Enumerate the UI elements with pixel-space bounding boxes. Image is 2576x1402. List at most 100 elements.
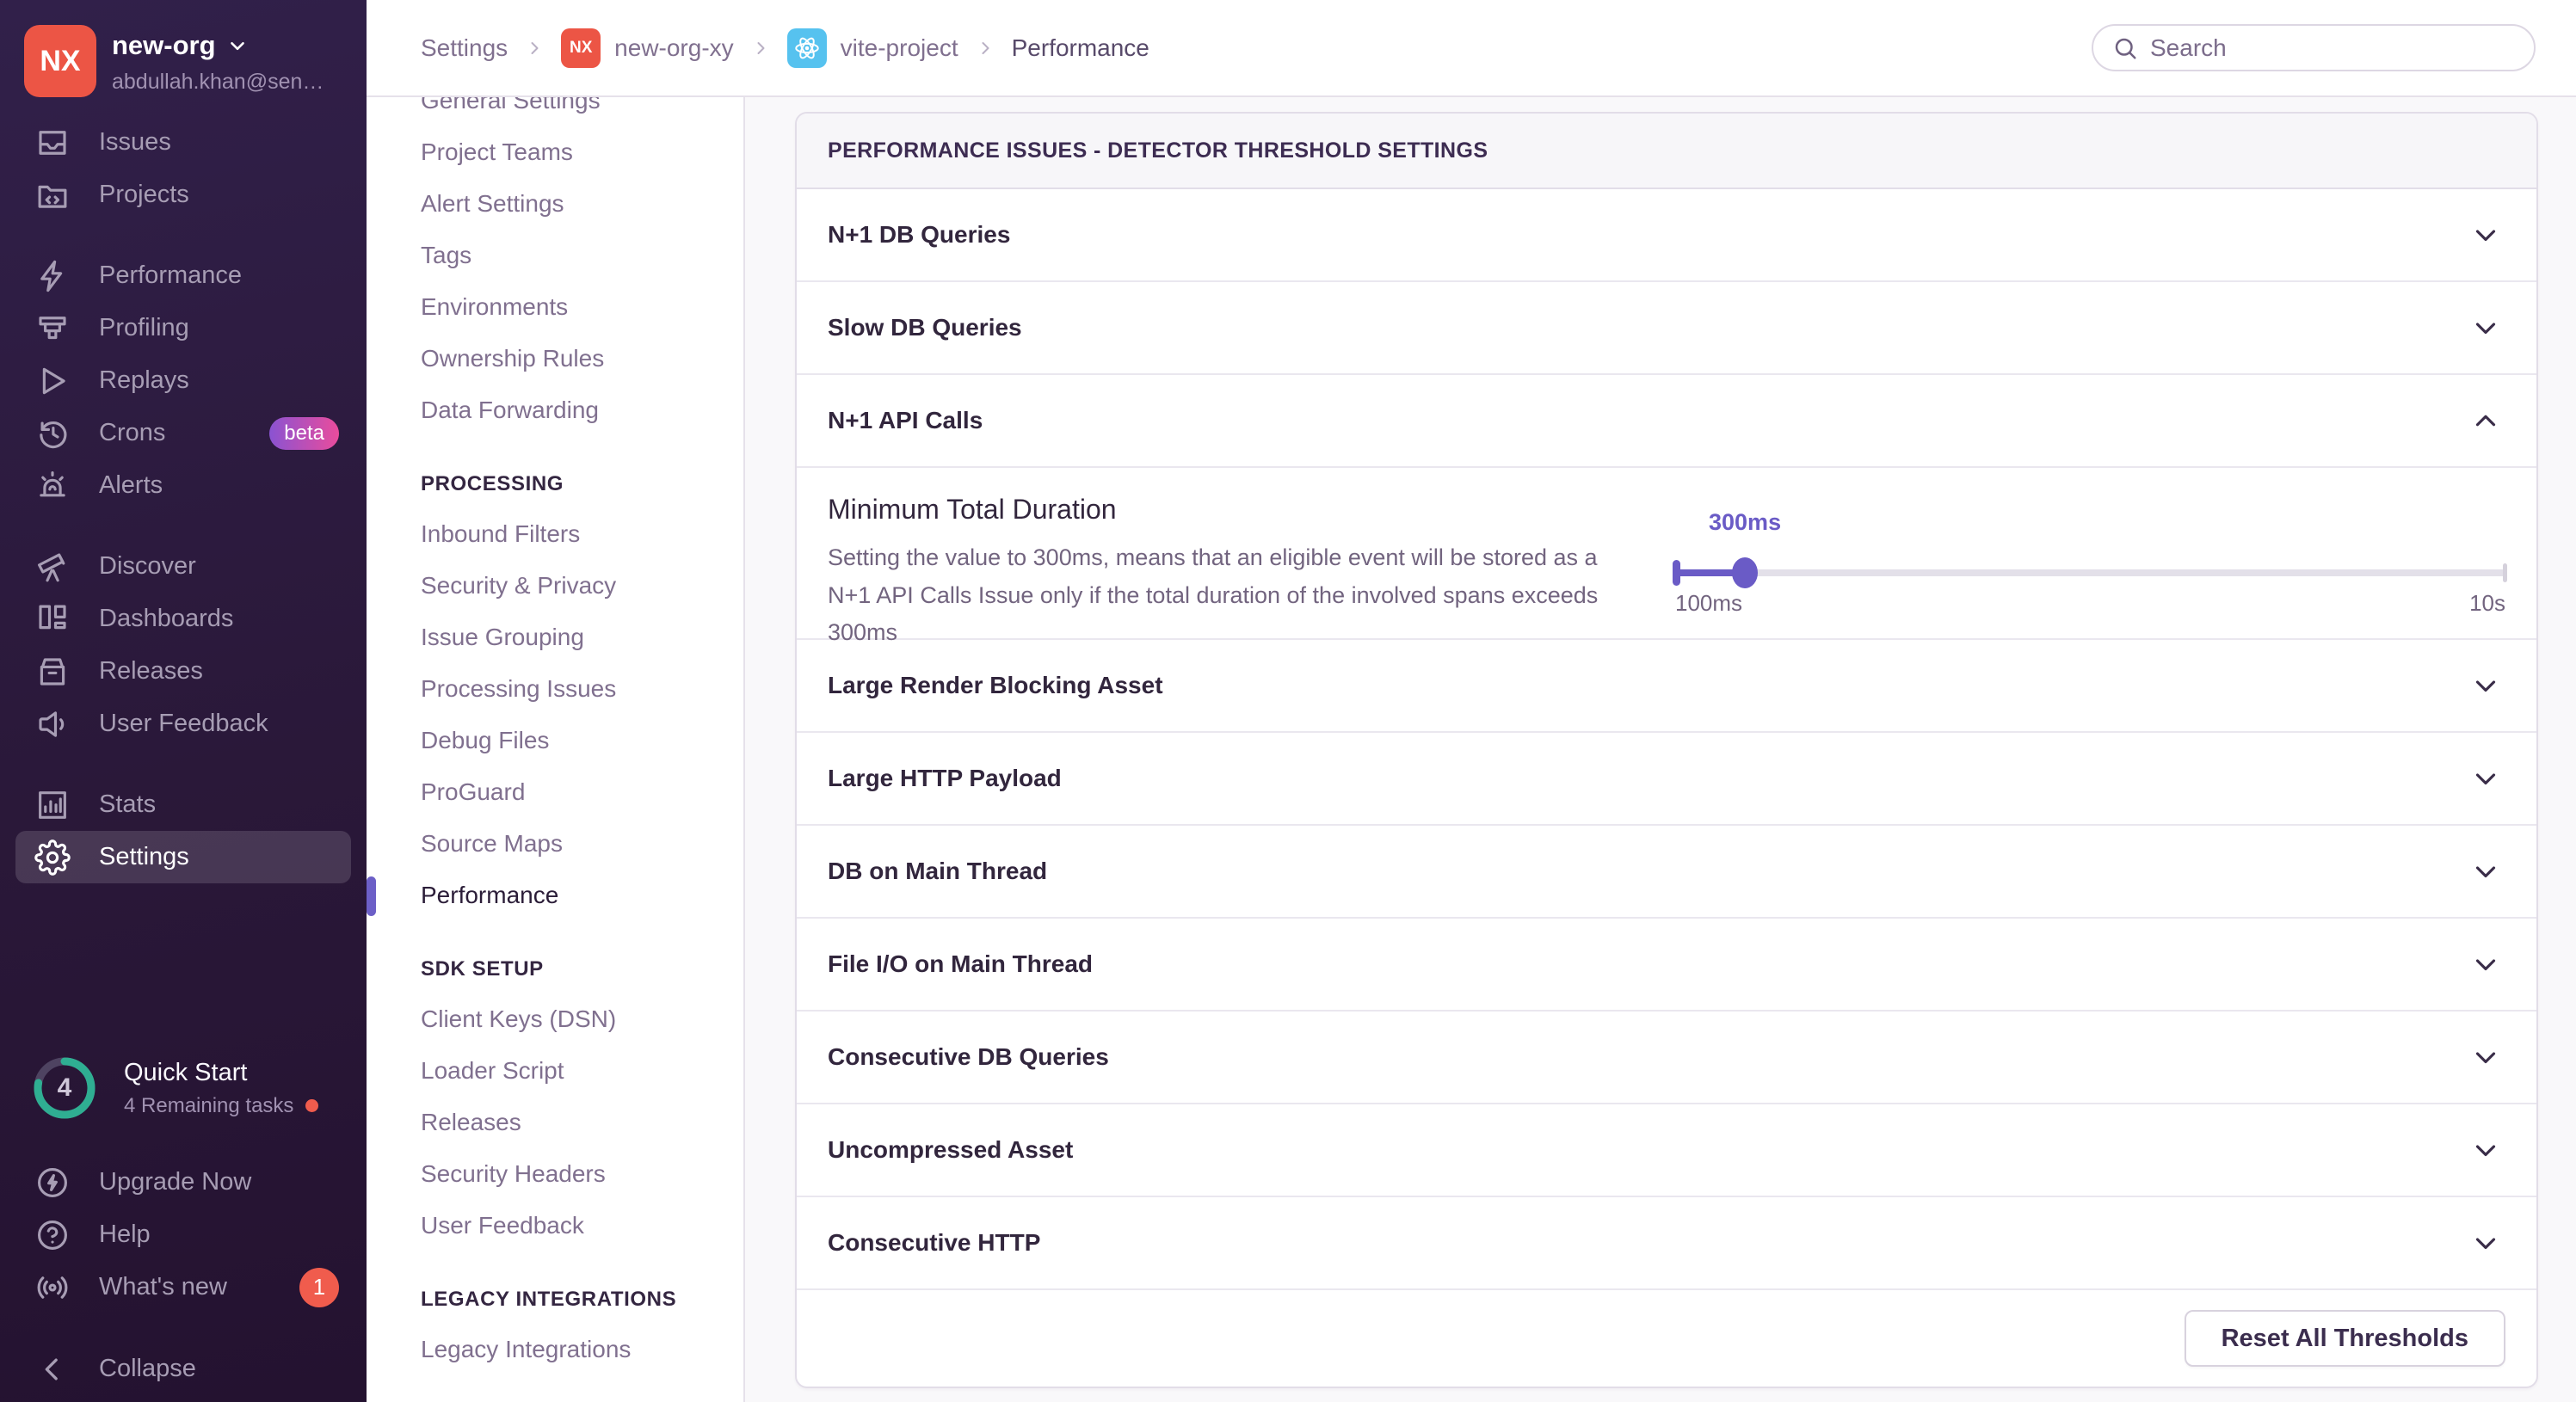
reset-all-thresholds-button[interactable]: Reset All Thresholds xyxy=(2184,1310,2505,1367)
subnav-item-security-privacy[interactable]: Security & Privacy xyxy=(367,560,743,612)
subnav-item-performance[interactable]: Performance xyxy=(367,870,743,921)
sidebar-item-discover[interactable]: Discover xyxy=(15,540,351,593)
projects-icon xyxy=(38,185,67,208)
slider-thumb[interactable] xyxy=(1732,557,1759,588)
accordion-row-large-http-payload[interactable]: Large HTTP Payload xyxy=(797,733,2536,826)
accordion-row-n-1-db-queries[interactable]: N+1 DB Queries xyxy=(797,189,2536,282)
subnav-item-processing-issues[interactable]: Processing Issues xyxy=(367,663,743,715)
sidebar-item-crons[interactable]: Crons beta xyxy=(15,407,351,459)
accordion-row-consecutive-db-queries[interactable]: Consecutive DB Queries xyxy=(797,1012,2536,1104)
sidebar-item-alerts[interactable]: Alerts xyxy=(15,459,351,512)
top-header-bar: Settings NX new-org-xy vite-project Performa… xyxy=(367,0,2576,97)
chevron-down-icon xyxy=(2475,1145,2496,1157)
subnav-item-source-maps[interactable]: Source Maps xyxy=(367,818,743,870)
chevron-down-icon xyxy=(2469,218,2502,251)
sidebar-item-profiling[interactable]: Profiling xyxy=(15,302,351,354)
replays-icon xyxy=(42,367,65,394)
org-switcher[interactable]: NX new-org abdullah.khan@sen… xyxy=(0,0,367,97)
subnav-item-label: Performance xyxy=(421,882,559,908)
sidebar-collapse-button[interactable]: Collapse xyxy=(15,1343,351,1395)
accordion-row-title: N+1 DB Queries xyxy=(828,221,1011,248)
sidebar-item-projects[interactable]: Projects xyxy=(15,169,351,221)
settings-icon xyxy=(34,839,71,876)
subnav-item-security-headers[interactable]: Security Headers xyxy=(367,1148,743,1200)
react-project-icon xyxy=(786,28,827,68)
subnav-item-project-teams[interactable]: Project Teams xyxy=(367,126,743,178)
subnav-section-header: LEGACY INTEGRATIONS xyxy=(421,1288,677,1311)
sidebar-item-label: User Feedback xyxy=(99,710,268,737)
subnav-item-issue-grouping[interactable]: Issue Grouping xyxy=(367,612,743,663)
sidebar-item-performance[interactable]: Performance xyxy=(15,249,351,302)
subnav-item-environments[interactable]: Environments xyxy=(367,281,743,333)
chevron-down-icon xyxy=(2475,866,2496,878)
org-name: new-org xyxy=(112,30,216,60)
breadcrumb-item-performance: Performance xyxy=(1012,34,1149,62)
subnav-item-loader-script[interactable]: Loader Script xyxy=(367,1045,743,1097)
breadcrumb-item-vite-project[interactable]: vite-project xyxy=(786,28,958,68)
sidebar-item-user-feedback[interactable]: User Feedback xyxy=(15,698,351,750)
slider-track[interactable] xyxy=(1673,557,2507,588)
accordion-row-file-i-o-on-main-thread[interactable]: File I/O on Main Thread xyxy=(797,919,2536,1012)
sidebar-item-what-s-new[interactable]: What's new 1 xyxy=(15,1261,351,1313)
main-content: PERFORMANCE ISSUES - DETECTOR THRESHOLD … xyxy=(745,97,2576,1402)
threshold-setting-description: Setting the value to 300ms, means that a… xyxy=(828,544,1599,646)
subnav-item-tags[interactable]: Tags xyxy=(367,230,743,281)
subnav-item-alert-settings[interactable]: Alert Settings xyxy=(367,178,743,230)
subnav-item-label: Debug Files xyxy=(421,727,550,753)
primary-sidebar: NX new-org abdullah.khan@sen… Issues Proj… xyxy=(0,0,367,1402)
sidebar-item-dashboards[interactable]: Dashboards xyxy=(15,593,351,645)
sidebar-item-settings[interactable]: Settings xyxy=(15,831,351,883)
sidebar-item-label: Replays xyxy=(99,366,189,394)
sidebar-nav-group: Issues Projects xyxy=(0,116,367,221)
subnav-item-label: Tags xyxy=(421,242,472,268)
subnav-item-label: User Feedback xyxy=(421,1212,584,1239)
accordion-row-large-render-blocking-asset[interactable]: Large Render Blocking Asset xyxy=(797,640,2536,733)
sidebar-item-stats[interactable]: Stats xyxy=(15,778,351,831)
subnav-item-client-keys-dsn-[interactable]: Client Keys (DSN) xyxy=(367,993,743,1045)
breadcrumb-item-new-org-xy[interactable]: NX new-org-xy xyxy=(561,28,734,68)
subnav-item-proguard[interactable]: ProGuard xyxy=(367,766,743,818)
accordion-row-uncompressed-asset[interactable]: Uncompressed Asset xyxy=(797,1104,2536,1197)
sidebar-item-label: Crons xyxy=(99,419,166,446)
chevron-down-icon xyxy=(2475,773,2496,785)
collapse-label: Collapse xyxy=(99,1355,196,1382)
sidebar-item-upgrade-now[interactable]: Upgrade Now xyxy=(15,1156,351,1208)
primary-nav: Issues Projects Performance Profiling Replay… xyxy=(0,116,367,883)
chevron-left-icon xyxy=(34,1351,71,1387)
search-input[interactable] xyxy=(2150,34,2515,62)
search-box[interactable] xyxy=(2092,24,2536,71)
slider-max-label: 10s xyxy=(2469,590,2505,616)
accordion-row-consecutive-http[interactable]: Consecutive HTTP xyxy=(797,1197,2536,1290)
sidebar-item-label: Stats xyxy=(99,790,157,818)
threshold-setting-title: Minimum Total Duration xyxy=(828,494,1117,525)
detector-threshold-panel: PERFORMANCE ISSUES - DETECTOR THRESHOLD … xyxy=(795,112,2538,1388)
sidebar-item-releases[interactable]: Releases xyxy=(15,645,351,698)
subnav-item-data-forwarding[interactable]: Data Forwarding xyxy=(367,384,743,436)
sidebar-item-help[interactable]: Help xyxy=(15,1208,351,1261)
breadcrumb-item-settings[interactable]: Settings xyxy=(421,34,508,62)
slider-min-label: 100ms xyxy=(1675,590,1743,616)
sidebar-nav-group: Performance Profiling Replays Crons beta Aler… xyxy=(0,249,367,512)
chevron-down-icon xyxy=(2469,855,2502,888)
breadcrumb-separator-icon xyxy=(750,38,771,58)
chevron-down-icon xyxy=(2469,1041,2502,1073)
subnav-item-ownership-rules[interactable]: Ownership Rules xyxy=(367,333,743,384)
sidebar-item-label: Dashboards xyxy=(99,605,234,632)
sidebar-item-replays[interactable]: Replays xyxy=(15,354,351,407)
accordion-row-db-on-main-thread[interactable]: DB on Main Thread xyxy=(797,826,2536,919)
accordion-row-n-1-api-calls[interactable]: N+1 API Calls xyxy=(797,375,2536,468)
subnav-item-label: Legacy Integrations xyxy=(421,1336,632,1362)
accordion-row-slow-db-queries[interactable]: Slow DB Queries xyxy=(797,282,2536,375)
subnav-item-user-feedback[interactable]: User Feedback xyxy=(367,1200,743,1251)
accordion-row-title: Consecutive HTTP xyxy=(828,1229,1041,1256)
search-icon xyxy=(2115,38,2136,58)
quick-start-widget[interactable]: 4 Quick Start 4 Remaining tasks xyxy=(0,1055,367,1122)
subnav-item-inbound-filters[interactable]: Inbound Filters xyxy=(367,508,743,560)
subnav-item-releases[interactable]: Releases xyxy=(367,1097,743,1148)
subnav-item-general-settings[interactable]: General Settings xyxy=(367,97,743,126)
sidebar-item-issues[interactable]: Issues xyxy=(15,116,351,169)
subnav-item-debug-files[interactable]: Debug Files xyxy=(367,715,743,766)
subnav-item-label: Loader Script xyxy=(421,1057,564,1084)
subnav-item-legacy-integrations[interactable]: Legacy Integrations xyxy=(367,1324,743,1375)
chevron-down-icon xyxy=(2469,311,2502,344)
